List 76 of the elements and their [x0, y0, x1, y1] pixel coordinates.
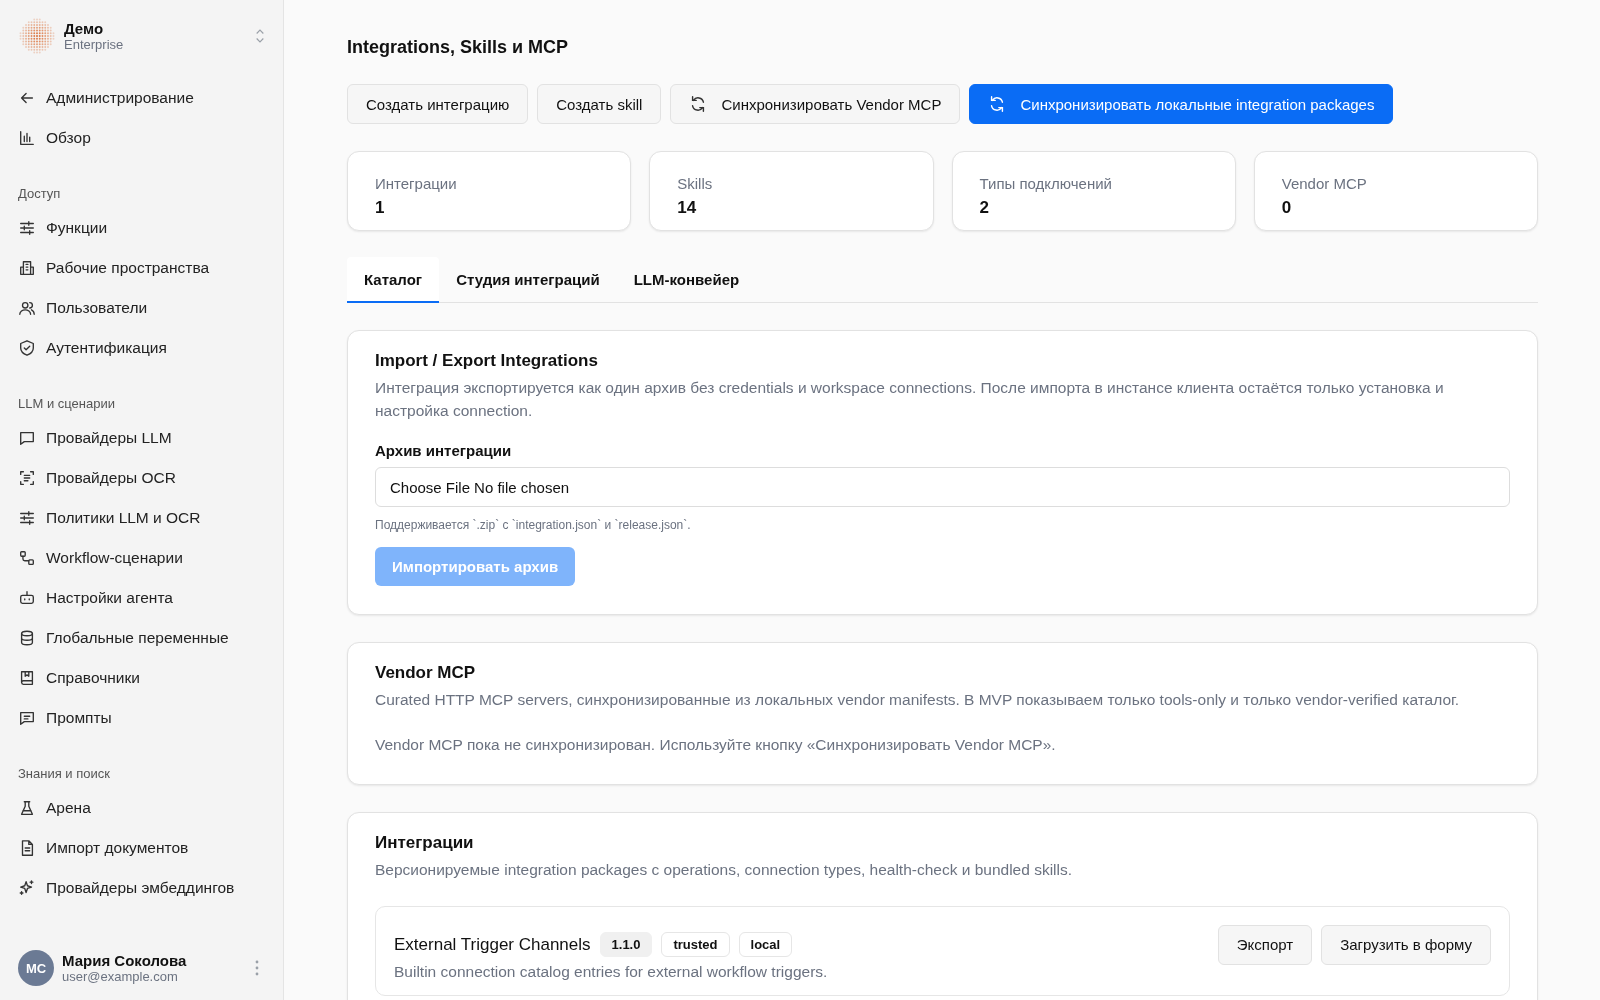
db-icon: [18, 629, 36, 647]
flow-icon: [18, 549, 36, 567]
stat-label: Skills: [677, 175, 714, 192]
prompt-icon: [18, 709, 36, 727]
bot-icon: [18, 589, 36, 607]
nav-item[interactable]: Промпты: [18, 698, 265, 738]
nav-item[interactable]: Провайдеры LLM: [18, 418, 265, 458]
item-button[interactable]: Экспорт: [1217, 924, 1313, 965]
stat-label: Vendor MCP: [1281, 175, 1368, 192]
section-label: Доступ: [18, 184, 62, 203]
stat-value: 14: [677, 198, 698, 218]
card-description: Версионируемые integration packages с operations, connection types, health-check и bundled skills.: [375, 860, 1074, 880]
nav-item[interactable]: Администрирование: [18, 78, 265, 118]
shield-icon: [18, 339, 36, 357]
org-plan: Enterprise: [64, 37, 125, 52]
nav-item[interactable]: Справочники: [18, 658, 265, 698]
chat-icon: [18, 429, 36, 447]
nav-item[interactable]: Глобальные переменные: [18, 618, 265, 658]
stat-value: 0: [1281, 198, 1293, 218]
users-icon: [18, 299, 36, 317]
field-hint: Поддерживается `.zip` с `integration.json` и `release.json`.: [375, 518, 692, 532]
action-button[interactable]: Синхронизировать Vendor MCP: [670, 84, 961, 124]
card-title: Интеграции: [375, 833, 475, 853]
tag-badge: local: [738, 932, 793, 957]
section-label: Знания и поиск: [18, 764, 111, 783]
card-title: Import / Export Integrations: [375, 351, 599, 371]
version-badge: 1.1.0: [599, 932, 653, 957]
book-icon: [18, 669, 36, 687]
nav-item[interactable]: Арена: [18, 788, 265, 828]
user-avatar[interactable]: MC: [18, 950, 54, 986]
page-title: Integrations, Skills и MCP: [347, 37, 570, 58]
stat-value: 2: [979, 198, 990, 218]
nav-item[interactable]: Провайдеры OCR: [18, 458, 265, 498]
sparkle-icon: [18, 879, 36, 897]
action-button[interactable]: Создать skill: [537, 84, 662, 124]
tab[interactable]: Студия интеграций: [439, 257, 617, 303]
nav-item[interactable]: Провайдеры эмбеддингов: [18, 868, 265, 908]
card-title: Vendor MCP: [375, 663, 477, 683]
item-button[interactable]: Загрузить в форму: [1321, 924, 1491, 965]
logo-icon: [18, 17, 56, 55]
nav-item[interactable]: Настройки агента: [18, 578, 265, 618]
stat-value: 1: [375, 198, 386, 218]
card-description: Curated HTTP MCP servers, синхронизированные из локальных vendor manifests. В MVP показываем только tools-only и только vendor-verified каталог.: [375, 690, 1461, 710]
nav-item[interactable]: Пользователи: [18, 288, 265, 328]
nav-item[interactable]: Workflow-сценарии: [18, 538, 265, 578]
nav-item[interactable]: Политики LLM и OCR: [18, 498, 265, 538]
action-button[interactable]: Создать интеграцию: [347, 84, 529, 124]
building-icon: [18, 259, 36, 277]
nav-item[interactable]: Аутентификация: [18, 328, 265, 368]
flask-icon: [18, 799, 36, 817]
file-input[interactable]: Choose File No file chosen: [375, 467, 1510, 507]
chart-icon: [18, 129, 36, 147]
sliders-icon: [18, 219, 36, 237]
more-icon[interactable]: [255, 960, 259, 976]
stat-label: Интеграции: [375, 175, 458, 192]
nav-item[interactable]: Обзор: [18, 118, 265, 158]
tab[interactable]: Каталог: [347, 257, 440, 303]
field-label: Архив интеграции: [375, 442, 513, 459]
sliders-icon: [18, 509, 36, 527]
integration-name: External Trigger Channels: [394, 934, 591, 955]
action-button[interactable]: Синхронизировать локальные integration packages: [969, 84, 1394, 124]
nav-item[interactable]: Импорт документов: [18, 828, 265, 868]
integration-description: Builtin connection catalog entries for external workflow triggers.: [394, 961, 829, 982]
card-description: Интеграция экспортируется как один архив без credentials и workspace connections. После импорта в инстансе клиента остаётся только установка и настройка connection.: [375, 378, 1445, 421]
empty-message: Vendor MCP пока не синхронизирован. Используйте кнопку «Синхронизировать Vendor MCP».: [375, 734, 1057, 755]
stat-label: Типы подключений: [979, 175, 1113, 192]
chevron-updown-icon[interactable]: [255, 28, 265, 44]
tag-badge: trusted: [661, 932, 730, 957]
org-name: Демо: [64, 20, 105, 37]
nav-item[interactable]: Функции: [18, 208, 265, 248]
scan-icon: [18, 469, 36, 487]
user-email: user@example.com: [62, 969, 179, 984]
nav-item[interactable]: Рабочие пространства: [18, 248, 265, 288]
section-label: LLM и сценарии: [18, 394, 116, 413]
user-name: Мария Соколова: [62, 952, 188, 969]
tab[interactable]: LLM-конвейер: [616, 257, 757, 303]
